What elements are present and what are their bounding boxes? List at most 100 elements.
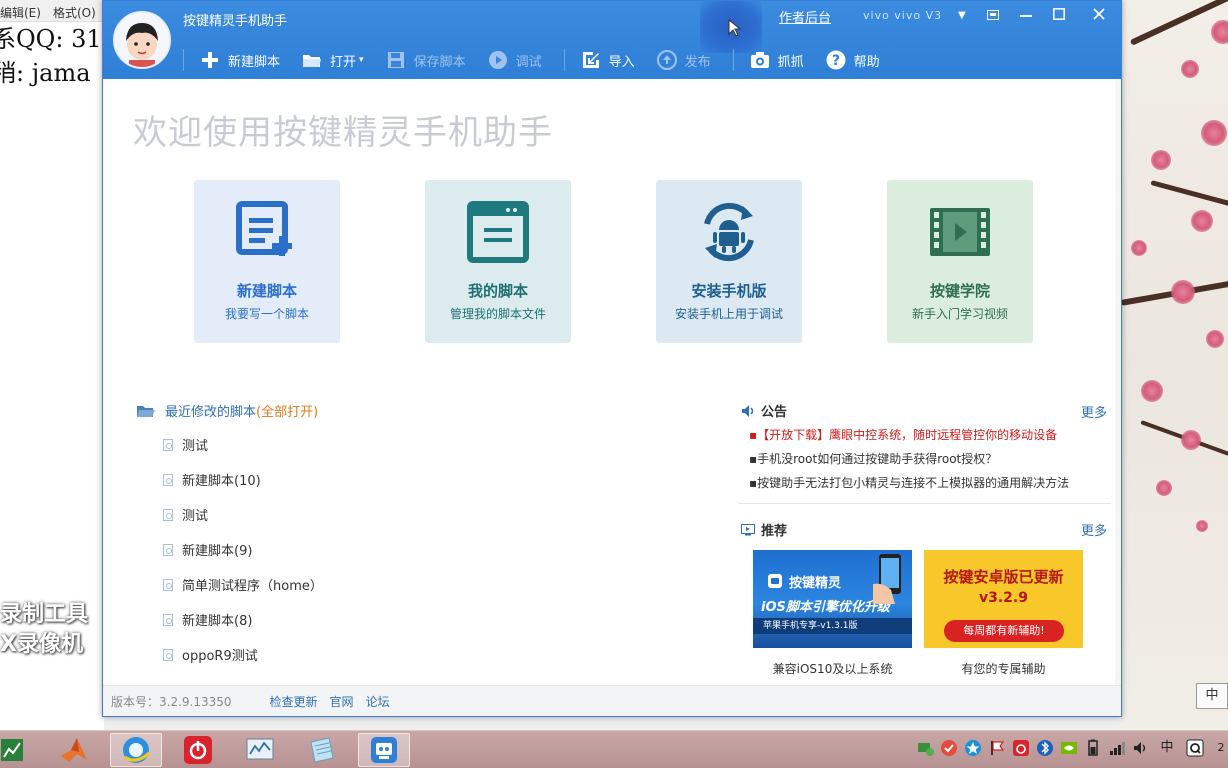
chevron-down-icon[interactable]: ▼ — [958, 10, 966, 21]
recorder-watermark: X录像机 — [0, 632, 83, 657]
clock[interactable]: 2 — [1214, 739, 1228, 757]
title-bar: 按键精灵手机助手 作者后台 vivo vivo V3 ▼ 新建脚本 打开 ▾ 保… — [103, 1, 1121, 79]
import-button[interactable]: 导入 — [581, 50, 635, 70]
promo-banner-ios[interactable]: 按键精灵 iOS脚本引擎优化升级 苹果手机专享-v1.3.1版 — [753, 550, 912, 648]
announcement-item[interactable]: ▪手机没root如何通过按键助手获得root授权？ — [749, 450, 997, 467]
taskbar-app-matlab[interactable] — [48, 733, 100, 767]
promo-banner-android[interactable]: 按键安卓版已更新 v3.2.9 每周都有新辅助! — [924, 550, 1083, 648]
mouse-cursor-icon — [728, 19, 742, 37]
taskbar-app-monitor[interactable] — [0, 733, 38, 767]
vertical-scrollbar[interactable] — [1115, 79, 1121, 685]
recent-script-item[interactable]: 新建脚本(8) — [163, 610, 252, 629]
tile-academy[interactable]: 按键学院 新手入门学习视频 — [887, 180, 1033, 343]
open-all-link[interactable]: (全部打开) — [256, 401, 318, 420]
help-button[interactable]: ? 帮助 — [826, 50, 880, 70]
welcome-heading: 欢迎使用按键精灵手机助手 — [133, 113, 553, 153]
script-file-icon — [163, 578, 173, 591]
performance-monitor-icon — [246, 738, 274, 760]
tile-subtitle: 管理我的脚本文件 — [449, 307, 546, 321]
save-disk-icon — [387, 52, 404, 68]
debug-button[interactable]: 调试 — [488, 50, 542, 70]
tile-install-mobile[interactable]: 安装手机版 安装手机上用于调试 — [656, 180, 802, 343]
tray-star-icon[interactable] — [964, 739, 982, 757]
promo-title: 按键安卓版已更新 — [943, 568, 1064, 586]
user-avatar[interactable] — [113, 11, 171, 69]
forum-link[interactable]: 论坛 — [366, 693, 390, 710]
ime-indicator[interactable]: 中 — [1196, 683, 1228, 709]
toolbar-divider — [563, 49, 565, 71]
save-script-button[interactable]: 保存脚本 — [386, 50, 466, 70]
wallpaper-plum-blossom: 中 — [1121, 0, 1228, 730]
capture-button[interactable]: 抓抓 — [750, 50, 804, 70]
editor-menu-format[interactable]: 格式(O) — [53, 4, 96, 21]
script-file-icon — [163, 543, 173, 556]
close-icon[interactable] — [1084, 5, 1114, 27]
taskbar-app-keysprite[interactable] — [358, 733, 410, 767]
promo-caption: 兼容iOS10及以上系统 — [772, 662, 893, 676]
save-script-label: 保存脚本 — [413, 54, 466, 70]
toolbar-divider — [732, 49, 734, 71]
device-selector[interactable]: vivo vivo V3 — [863, 9, 942, 22]
new-script-button[interactable]: 新建脚本 — [200, 50, 280, 70]
recent-script-name: 测试 — [182, 509, 209, 524]
tray-antivirus-icon[interactable] — [940, 739, 958, 757]
tray-ime-indicator[interactable]: 中 — [1158, 739, 1176, 757]
announcements-more-link[interactable]: 更多 — [1081, 402, 1107, 421]
tile-title: 我的脚本 — [467, 282, 528, 300]
maximize-icon[interactable] — [1044, 5, 1074, 27]
promo-version: v3.2.9 — [979, 590, 1028, 606]
check-update-link[interactable]: 检查更新 — [270, 693, 318, 710]
taskbar-app-browser[interactable] — [110, 733, 162, 767]
script-file-icon — [163, 648, 173, 661]
tray-gpu-icon[interactable] — [1060, 739, 1078, 757]
tray-flag-icon[interactable] — [988, 739, 1006, 757]
recent-scripts-header: 最近修改的脚本 (全部打开) — [137, 401, 318, 420]
open-folder-icon — [137, 405, 155, 417]
folder-icon — [303, 55, 322, 67]
recent-script-item[interactable]: 新建脚本(10) — [163, 470, 261, 489]
plus-icon — [202, 52, 218, 68]
recent-script-item[interactable]: 测试 — [163, 505, 208, 524]
recent-script-item[interactable]: 简单测试程序（home） — [163, 575, 323, 594]
recent-script-item[interactable]: 新建脚本(9) — [163, 540, 252, 559]
minimize-icon[interactable] — [1011, 5, 1041, 27]
new-script-icon — [236, 201, 292, 256]
tray-battery-icon[interactable] — [1084, 739, 1102, 757]
tray-bluetooth-icon[interactable] — [1036, 739, 1054, 757]
announcement-item[interactable]: ▪按键助手无法打包小精灵与连接不上模拟器的通用解决方法 — [749, 474, 1069, 491]
tray-music-icon[interactable] — [1012, 739, 1030, 757]
editor-line: 系QQ: 31 — [0, 25, 102, 53]
recent-script-item[interactable]: 测试 — [163, 435, 208, 454]
publish-button[interactable]: 发布 — [656, 50, 711, 70]
recent-script-name: 测试 — [182, 439, 209, 454]
tile-my-scripts[interactable]: 我的脚本 管理我的脚本文件 — [425, 180, 571, 343]
recent-script-item[interactable]: oppoR9测试 — [163, 645, 258, 664]
editor-menu-edit[interactable]: 编辑(E) — [0, 4, 41, 21]
publish-icon — [656, 50, 677, 70]
taskbar-app-netease-music[interactable] — [172, 733, 224, 767]
script-file-icon — [163, 613, 173, 626]
skin-icon[interactable] — [978, 5, 1008, 27]
tile-subtitle: 安装手机上用于调试 — [674, 307, 783, 321]
announcement-item[interactable]: ▪【开放下载】鹰眼中控系统，随时远程管控你的移动设备 — [749, 426, 1057, 443]
website-link[interactable]: 官网 — [330, 693, 354, 710]
taskbar-app-monitor-tool[interactable] — [234, 733, 286, 767]
tray-volume-icon[interactable] — [1132, 739, 1150, 757]
recommend-more-link[interactable]: 更多 — [1081, 520, 1107, 539]
script-file-icon — [163, 473, 173, 486]
announcements-header: 公告 — [741, 401, 787, 420]
open-button[interactable]: 打开 ▾ — [302, 50, 364, 70]
windows-taskbar: 中 2 — [0, 730, 1228, 768]
tile-title: 按键学院 — [929, 282, 990, 300]
promo-title: iOS脚本引擎优化升级 — [761, 600, 890, 615]
author-console-link[interactable]: 作者后台 — [779, 7, 831, 26]
open-dropdown-icon[interactable]: ▾ — [359, 55, 364, 65]
tile-subtitle: 我要写一个脚本 — [224, 307, 309, 321]
tile-new-script[interactable]: 新建脚本 我要写一个脚本 — [194, 180, 340, 343]
taskbar-app-notepad[interactable] — [296, 733, 348, 767]
tray-q-icon[interactable] — [1186, 739, 1204, 757]
tray-signal-icon[interactable] — [1108, 739, 1126, 757]
tray-network-icon[interactable] — [916, 739, 934, 757]
editor-line: 稍: jama — [0, 59, 91, 87]
chart-app-icon — [1, 739, 23, 761]
